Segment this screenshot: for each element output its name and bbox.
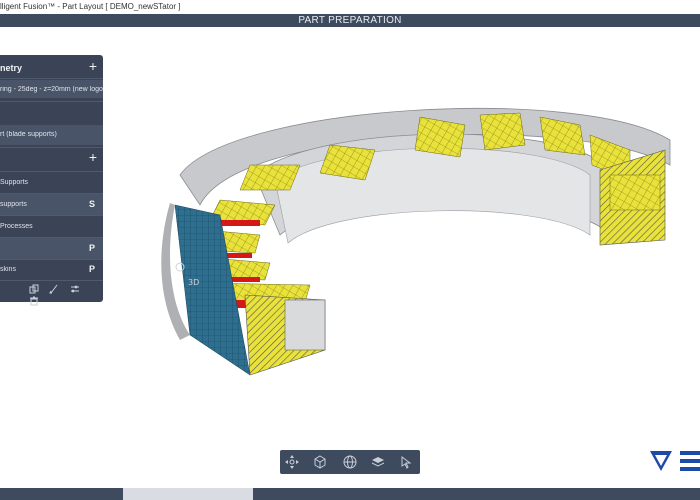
part-item-label: rt (blade supports) (0, 131, 57, 138)
list-item-processes-label[interactable]: Processes (0, 223, 103, 230)
list-item-supports-label[interactable]: Supports (0, 179, 103, 186)
list-item-skins-label[interactable]: skins (0, 266, 103, 273)
left-panel: netry + ring - 25deg - z=20mm (new logo.… (0, 55, 103, 306)
geometry-section-title: netry (0, 63, 23, 73)
divider (0, 147, 103, 148)
divider (0, 101, 103, 102)
window-title: lligent Fusion™ - Part Layout [ DEMO_new… (0, 2, 181, 11)
view-toolbar (280, 450, 420, 474)
sliders-icon[interactable] (70, 284, 81, 295)
globe-icon[interactable] (342, 454, 358, 470)
divider (0, 259, 103, 260)
svg-text:3D: 3D (188, 278, 199, 287)
process-tag-badge: P (88, 243, 95, 253)
move-icon[interactable] (284, 454, 300, 470)
status-bar-segment (123, 488, 253, 500)
brush-icon[interactable] (49, 284, 60, 295)
page-title: PART PREPARATION (298, 15, 402, 26)
brand-logo (648, 447, 700, 480)
viewport-3d[interactable]: 3D (160, 95, 680, 400)
divider (0, 171, 103, 172)
list-item-supports-s-label: supports (0, 201, 27, 208)
divider (0, 78, 103, 79)
add-process-button[interactable]: + (89, 150, 97, 164)
divider (0, 215, 103, 216)
divider (0, 280, 103, 281)
bottom-status-bar (0, 488, 700, 500)
stator-part-render: 3D (161, 108, 671, 376)
page-header: PART PREPARATION (0, 14, 700, 27)
support-tag-badge: S (88, 199, 95, 209)
panel-footer-icons (28, 284, 103, 308)
geometry-item-label: ring - 25deg - z=20mm (new logo... (0, 86, 103, 93)
trash-icon[interactable] (28, 296, 39, 307)
cursor-icon[interactable] (398, 454, 414, 470)
add-geometry-button[interactable]: + (89, 59, 97, 73)
copy-icon[interactable] (28, 284, 39, 295)
skins-tag-badge: P (88, 264, 95, 274)
layers-icon[interactable] (370, 454, 386, 470)
list-item-process-row[interactable] (0, 238, 103, 259)
cube-icon[interactable] (312, 454, 328, 470)
window-titlebar: lligent Fusion™ - Part Layout [ DEMO_new… (0, 0, 700, 14)
